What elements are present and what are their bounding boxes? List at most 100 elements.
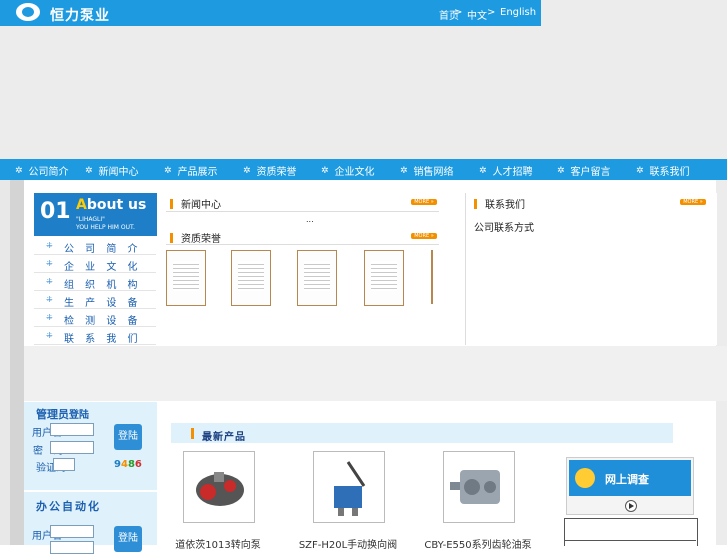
main-nav-item[interactable]: ✲ 公司简介 [15,163,69,179]
star-icon: ✲ [243,165,251,176]
star-icon: ✲ [321,165,329,176]
left-menu-label: 检 测 设 备 [64,316,142,327]
about-title: About us [76,197,147,213]
left-margin [0,180,10,545]
new-products-title: 最新产品 [202,432,246,443]
news-divider [166,211,439,212]
honors-more-button[interactable]: MORE » [411,233,437,239]
bullet-icon: ⁜ [46,313,53,322]
main-nav-item[interactable]: ✲ 产品展示 [164,163,218,179]
survey-widget: 网上调查 [566,457,694,515]
content-divider-band [24,346,727,401]
product-name[interactable]: 道依茨1013转向泵 [163,536,273,551]
about-subtitle: "LIHAGLI" YOU HELP HIM OUT. [76,216,135,231]
gear-pump-icon [450,470,500,504]
office-username-input[interactable] [50,525,94,538]
certificate-image[interactable] [231,250,271,306]
username-input[interactable] [50,423,94,436]
banner-area [0,26,727,159]
about-number: 01 [40,199,71,224]
product-image[interactable] [313,451,385,523]
product-name[interactable]: CBY-E550系列齿轮油泵 [423,536,533,551]
bullet-icon: ⁜ [46,277,53,286]
main-nav-label: 公司简介 [28,167,69,178]
office-title: 办公自动化 [36,500,101,513]
product-name[interactable]: SZF-H20L手动换向阀 [293,536,403,551]
star-icon: ✲ [15,165,23,176]
news-more-button[interactable]: MORE » [411,199,437,205]
admin-login-button[interactable]: 登陆 [114,424,142,450]
left-margin-shade [10,180,24,545]
left-menu-label: 企 业 文 化 [64,262,142,273]
main-nav-label: 客户留言 [570,167,611,178]
admin-login-title: 管理员登陆 [36,408,89,421]
certificate-image[interactable] [297,250,337,306]
honors-divider [166,244,439,245]
honors-title: 资质荣誉 [181,234,221,245]
left-menu-item[interactable]: ⁜ 生 产 设 备 [34,291,156,309]
about-us-banner: 01 About us "LIHAGLI" YOU HELP HIM OUT. [34,193,157,236]
pump-icon [196,472,244,506]
main-nav-item[interactable]: ✲ 客户留言 [557,163,611,179]
star-icon: ✲ [636,165,644,176]
star-icon: ✲ [85,165,93,176]
contact-more-button[interactable]: MORE » [680,199,706,205]
certificate-image[interactable] [166,250,206,306]
survey-title: 网上调查 [605,473,649,486]
office-password-input[interactable] [50,541,94,554]
nav-separator: > [487,7,496,18]
main-nav-label: 联系我们 [649,167,690,178]
honors-heading: 资质荣誉 [170,230,221,245]
product-image[interactable] [443,451,515,523]
star-icon: ✲ [164,165,172,176]
left-menu-label: 生 产 设 备 [64,298,142,309]
nav-chinese-link[interactable]: 中文 [467,7,487,22]
main-nav-item[interactable]: ✲ 企业文化 [321,163,375,179]
left-menu-item[interactable]: ⁜ 检 测 设 备 [34,309,156,327]
left-menu-label: 组 织 机 构 [64,280,142,291]
left-menu-item[interactable]: ⁜ 联 系 我 们 [34,327,156,345]
captcha-input[interactable] [53,458,75,471]
logo-icon[interactable] [16,3,40,21]
certificate-image-edge [431,250,433,304]
contact-panel [465,193,717,345]
password-input[interactable] [50,441,94,454]
product-image[interactable] [183,451,255,523]
survey-banner[interactable]: 网上调查 [569,460,691,496]
main-nav-item[interactable]: ✲ 资质荣誉 [243,163,297,179]
left-menu-label: 联 系 我 们 [64,334,142,345]
main-nav-item[interactable]: ✲ 人才招聘 [479,163,533,179]
logo-text[interactable]: 恒力泵业 [50,5,110,25]
heading-marker [170,198,173,209]
star-icon: ✲ [557,165,565,176]
nav-separator: > [454,7,463,18]
news-heading: 新闻中心 [170,196,221,211]
left-menu-item[interactable]: ⁜ 企 业 文 化 [34,255,156,273]
main-nav-item[interactable]: ✲ 联系我们 [636,163,690,179]
main-nav-label: 销售网络 [413,167,454,178]
left-menu-label: 公 司 简 介 [64,244,142,255]
star-icon: ✲ [400,165,408,176]
main-nav-label: 企业文化 [334,167,375,178]
survey-icon [575,468,595,488]
heading-marker [474,198,477,209]
left-menu-item[interactable]: ⁜ 组 织 机 构 [34,273,156,291]
certificate-image[interactable] [364,250,404,306]
survey-list-divider [564,540,696,541]
office-login-button[interactable]: 登陆 [114,526,142,552]
new-products-header: 最新产品 [171,423,673,443]
main-nav-label: 资质荣誉 [256,167,297,178]
bullet-icon: ⁜ [46,295,53,304]
news-title: 新闻中心 [181,200,221,211]
play-icon[interactable] [625,500,637,512]
main-nav-label: 人才招聘 [492,167,533,178]
bullet-icon: ⁜ [46,331,53,340]
nav-english-link[interactable]: English [500,7,536,18]
main-nav-item[interactable]: ✲ 销售网络 [400,163,454,179]
contact-heading: 联系我们 [474,196,525,211]
left-menu-item[interactable]: ⁜ 公 司 简 介 [34,237,156,255]
main-nav-label: 新闻中心 [98,167,139,178]
main-nav-item[interactable]: ✲ 新闻中心 [85,163,139,179]
survey-list [564,518,698,546]
captcha-code[interactable]: 9486 [114,459,142,470]
